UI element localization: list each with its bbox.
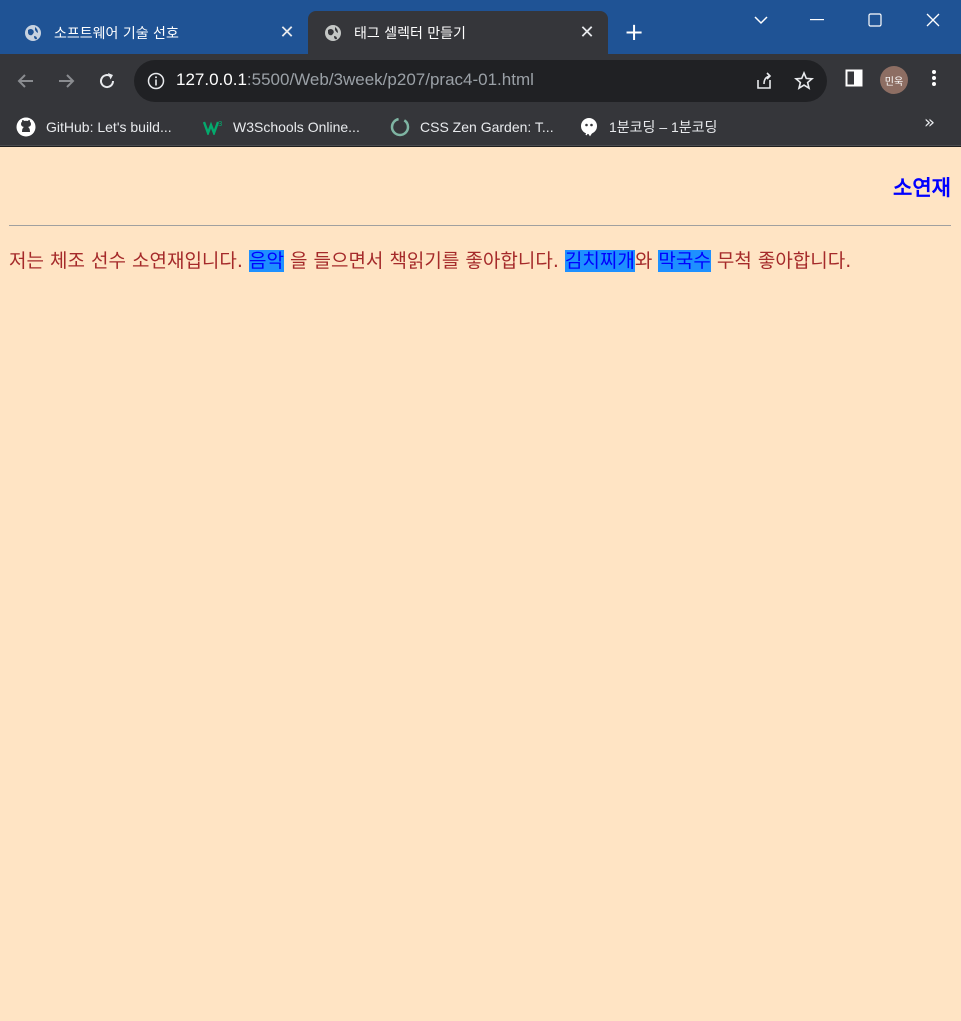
maximize-icon[interactable] <box>847 0 903 40</box>
page-heading: 소연재 <box>893 176 951 200</box>
highlight-kimchi-jjigae: 김치찌개 <box>564 250 635 272</box>
new-tab-button[interactable]: + <box>620 18 648 46</box>
bookmark-w3schools[interactable]: 3 W3Schools Online... <box>203 115 360 139</box>
1bun-coding-icon <box>579 117 599 137</box>
paragraph-text: 저는 체조 선수 소연재입니다. <box>9 250 249 272</box>
address-bar[interactable]: 127.0.0.1:5500/Web/3week/p207/prac4-01.h… <box>134 60 827 102</box>
zen-garden-icon <box>390 117 410 137</box>
reload-icon[interactable] <box>93 67 121 95</box>
url-host: 127.0.0.1 <box>176 70 247 89</box>
page-viewport: 소연재 저는 체조 선수 소연재입니다. 음악 을 들으면서 책읽기를 좋아합니… <box>0 147 961 1021</box>
title-bar: 소프트웨어 기술 선호 ✕ 태그 셀렉터 만들기 ✕ + <box>0 0 961 54</box>
info-icon[interactable] <box>146 71 166 91</box>
menu-icon[interactable] <box>922 66 946 90</box>
bookmarks-bar: GitHub: Let's build... 3 W3Schools Onlin… <box>0 108 961 146</box>
tab-tag-selector[interactable]: 태그 셀렉터 만들기 ✕ <box>308 11 608 54</box>
paragraph-text: 무척 좋아합니다. <box>710 250 852 272</box>
share-icon[interactable] <box>753 70 775 92</box>
bookmark-1bun-coding[interactable]: 1분코딩 – 1분코딩 <box>579 115 717 139</box>
url-text[interactable]: 127.0.0.1:5500/Web/3week/p207/prac4-01.h… <box>176 70 534 90</box>
forward-icon[interactable] <box>52 67 80 95</box>
globe-icon <box>325 25 341 41</box>
tab-title: 태그 셀렉터 만들기 <box>354 26 466 42</box>
close-tab-icon[interactable]: ✕ <box>576 21 598 43</box>
close-tab-icon[interactable]: ✕ <box>276 21 298 43</box>
bookmark-label: W3Schools Online... <box>233 119 360 135</box>
tab-software-preference[interactable]: 소프트웨어 기술 선호 ✕ <box>8 11 308 54</box>
back-icon[interactable] <box>12 67 40 95</box>
close-window-icon[interactable] <box>905 0 961 40</box>
profile-avatar[interactable]: 민욱 <box>880 66 908 94</box>
w3schools-icon: 3 <box>203 117 223 137</box>
bookmark-css-zen-garden[interactable]: CSS Zen Garden: T... <box>390 115 554 139</box>
github-icon <box>16 117 36 137</box>
highlight-music: 음악 <box>248 250 284 272</box>
highlight-makguksu: 막국수 <box>658 250 711 272</box>
bookmark-github[interactable]: GitHub: Let's build... <box>16 115 172 139</box>
bookmark-label: CSS Zen Garden: T... <box>420 119 554 135</box>
side-panel-icon[interactable] <box>842 66 866 90</box>
url-path: :5500/Web/3week/p207/prac4-01.html <box>246 70 534 89</box>
paragraph-text: 와 <box>634 250 659 272</box>
tab-title: 소프트웨어 기술 선호 <box>54 26 179 42</box>
intro-paragraph: 저는 체조 선수 소연재입니다. 음악 을 들으면서 책읽기를 좋아합니다. 김… <box>9 247 951 276</box>
paragraph-text: 을 들으면서 책읽기를 좋아합니다. <box>283 250 565 272</box>
svg-text:3: 3 <box>218 120 222 128</box>
bookmark-star-icon[interactable] <box>793 70 815 92</box>
minimize-icon[interactable] <box>789 0 845 40</box>
bookmarks-overflow-button[interactable]: » <box>924 112 935 133</box>
bookmark-label: GitHub: Let's build... <box>46 119 172 135</box>
globe-icon <box>25 25 41 41</box>
tab-search-icon[interactable] <box>733 0 789 40</box>
bookmark-label: 1분코딩 – 1분코딩 <box>609 119 718 135</box>
divider <box>9 225 951 226</box>
